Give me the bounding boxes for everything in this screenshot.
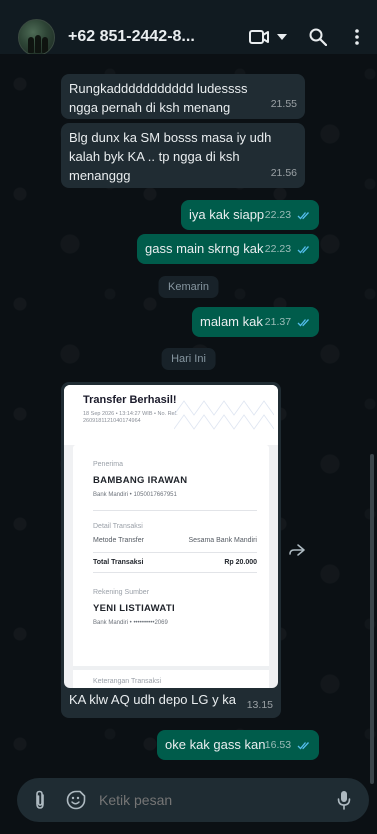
outgoing-message[interactable]: malam kak 21.37 xyxy=(192,307,319,337)
message-time: 22.23 xyxy=(264,209,292,221)
paperclip-icon xyxy=(36,790,44,809)
forward-icon xyxy=(289,544,305,556)
source-name: YENI LISTIAWATI xyxy=(93,603,175,614)
more-options-button[interactable] xyxy=(347,22,367,52)
search-icon xyxy=(309,28,327,46)
message-text: Blg dunx ka SM bosss masa iy udh kalah b… xyxy=(69,130,272,183)
message-time: 16.53 xyxy=(264,739,292,751)
video-call-button[interactable] xyxy=(241,22,295,52)
date-separator: Kemarin xyxy=(158,276,219,298)
total-label: Total Transaksi xyxy=(93,559,144,566)
date-separator: Hari Ini xyxy=(161,348,216,370)
outgoing-message[interactable]: gass main skrng kak 22.23 xyxy=(137,234,319,264)
receipt-pattern-icon xyxy=(174,400,274,430)
message-text: malam kak xyxy=(200,314,263,329)
details-label: Detail Transaksi xyxy=(93,523,143,530)
source-account: Bank Mandiri • ••••••••••2069 xyxy=(93,620,168,626)
notes-label: Keterangan Transaksi xyxy=(93,678,162,685)
incoming-message[interactable]: Rungkaddddddddddd ludessss ngga pernah d… xyxy=(61,74,305,119)
outgoing-message[interactable]: iya kak siapp 22.23 xyxy=(181,200,319,230)
message-input[interactable] xyxy=(99,792,333,808)
scrollbar[interactable] xyxy=(370,454,374,784)
emoji-sticker-icon xyxy=(66,790,86,810)
total-value: Rp 20.000 xyxy=(224,559,257,566)
voice-message-button[interactable] xyxy=(333,789,355,811)
transfer-receipt-image[interactable]: Transfer Berhasil! 18 Sep 2026 • 13:14:2… xyxy=(64,385,278,688)
source-label: Rekening Sumber xyxy=(93,589,150,596)
forward-button[interactable] xyxy=(285,538,309,562)
more-options-icon xyxy=(355,29,359,45)
message-time: 21.55 xyxy=(270,98,297,110)
image-caption: KA klw AQ udh depo LG y ka xyxy=(69,692,236,707)
recipient-name: BAMBANG IRAWAN xyxy=(93,475,188,486)
recipient-account: Bank Mandiri • 1050017667951 xyxy=(93,492,177,498)
search-button[interactable] xyxy=(303,22,333,52)
recipient-label: Penerima xyxy=(93,461,123,468)
message-text: Rungkaddddddddddd ludessss ngga pernah d… xyxy=(69,81,248,115)
message-composer xyxy=(17,778,369,822)
dropdown-caret-icon xyxy=(277,34,287,40)
read-receipt-icon xyxy=(297,741,309,750)
contact-name[interactable]: +62 851-2442-8... xyxy=(68,28,196,46)
message-time: 21.56 xyxy=(270,167,297,179)
read-receipt-icon xyxy=(297,318,309,327)
image-message[interactable]: Transfer Berhasil! 18 Sep 2026 • 13:14:2… xyxy=(61,382,281,718)
incoming-message[interactable]: Blg dunx ka SM bosss masa iy udh kalah b… xyxy=(61,123,305,188)
attach-button[interactable] xyxy=(29,789,51,811)
message-time: 13.15 xyxy=(246,699,273,711)
message-text: iya kak siapp xyxy=(189,207,265,222)
outgoing-message[interactable]: oke kak gass kan 16.53 xyxy=(157,730,319,760)
message-time: 22.23 xyxy=(264,243,292,255)
contact-avatar[interactable] xyxy=(18,18,55,56)
read-receipt-icon xyxy=(297,245,309,254)
video-call-icon xyxy=(249,30,269,44)
microphone-icon xyxy=(337,791,351,810)
read-receipt-icon xyxy=(297,211,309,220)
method-value: Sesama Bank Mandiri xyxy=(188,537,257,544)
method-label: Metode Transfer xyxy=(93,537,144,544)
message-text: gass main skrng kak xyxy=(145,241,264,256)
message-time: 21.37 xyxy=(264,316,292,328)
message-text: oke kak gass kan xyxy=(165,737,266,752)
emoji-button[interactable] xyxy=(65,789,87,811)
